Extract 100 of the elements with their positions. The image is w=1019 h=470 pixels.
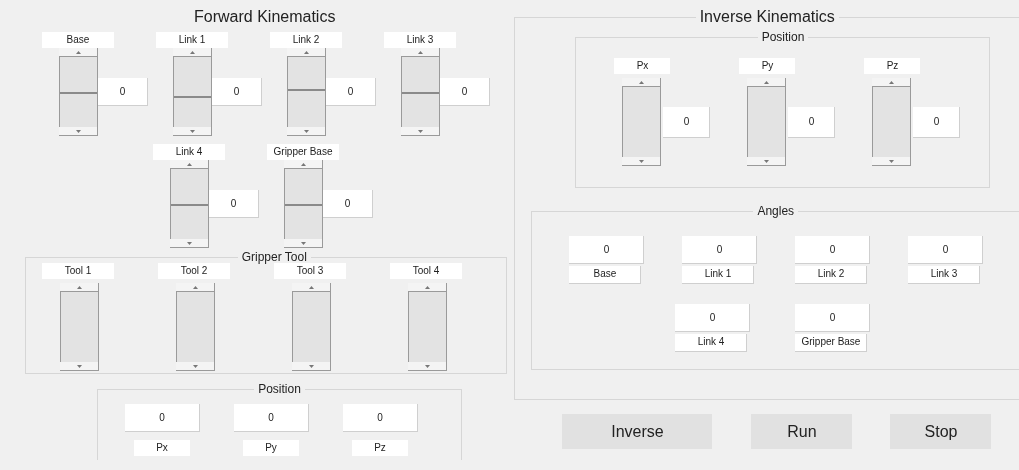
panel-title: Angles [756,203,796,220]
scroll-down-button[interactable] [60,362,99,371]
value-field[interactable]: 0 [326,78,376,106]
scroll-up-button[interactable] [401,48,440,57]
value-field[interactable]: 0 [212,78,262,106]
arrow-up-icon [424,285,430,289]
scroll-down-button[interactable] [872,157,912,166]
arrow-up-icon [308,285,314,289]
slider-label: Base [42,32,114,48]
arrow-up-icon [192,285,198,289]
scroll-down-button[interactable] [292,362,331,371]
arrow-up-icon [300,162,306,166]
arrow-down-icon [889,159,894,163]
arrow-up-icon [764,80,769,84]
arrow-down-icon [75,129,81,133]
arrow-up-icon [889,80,894,84]
arrow-down-icon [764,159,769,163]
panel-title: Position [760,29,806,46]
scroll-up-button[interactable] [747,78,787,87]
slider-label: Link 2 [795,266,868,284]
value-field[interactable]: 0 [908,236,984,264]
value-field[interactable]: 0 [795,236,871,264]
scroll-down-button[interactable] [173,127,212,136]
scroll-up-button[interactable] [284,160,323,169]
scroll-down-button[interactable] [747,157,787,166]
arrow-down-icon [308,364,314,368]
scroll-down-button[interactable] [284,239,323,248]
scroll-up-button[interactable] [872,78,912,87]
value-field[interactable]: 0 [234,404,309,432]
slider-label: Link 1 [682,266,755,284]
arrow-down-icon [76,364,82,368]
scroll-down-button[interactable] [622,157,662,166]
action-button[interactable]: Stop [890,414,992,449]
panel-title: Inverse Kinematics [698,8,836,26]
slider-label: Tool 2 [158,263,230,279]
arrow-up-icon [639,80,644,84]
scroll-up-button[interactable] [622,78,662,87]
value-field[interactable]: 0 [98,78,148,106]
slider-label: Link 3 [384,32,456,48]
scroll-down-button[interactable] [176,362,215,371]
scroll-down-button[interactable] [170,239,209,248]
arrow-down-icon [186,241,192,245]
arrow-up-icon [75,50,81,54]
scroll-down-button[interactable] [59,127,98,136]
action-button[interactable]: Inverse [562,414,713,449]
value-field[interactable]: 0 [323,190,373,218]
slider-label: Px [134,440,190,456]
value-field[interactable]: 0 [125,404,200,432]
scroll-down-button[interactable] [408,362,447,371]
arrow-up-icon [417,50,423,54]
arrow-down-icon [192,364,198,368]
value-field[interactable]: 0 [440,78,490,106]
value-field[interactable]: 0 [663,106,711,138]
panel-title: Position [257,381,302,398]
slider-label: Base [569,266,642,284]
arrow-down-icon [300,241,306,245]
scroll-down-button[interactable] [287,127,326,136]
arrow-down-icon [639,159,644,163]
value-field[interactable]: 0 [209,190,259,218]
scroll-up-button[interactable] [60,283,99,292]
arrow-down-icon [189,129,195,133]
slider-label: Gripper Base [795,334,868,352]
slider-label: Link 1 [156,32,228,48]
slider-label: Py [243,440,299,456]
value-field[interactable]: 0 [343,404,418,432]
scroll-up-button[interactable] [173,48,212,57]
scroll-up-button[interactable] [176,283,215,292]
slider-label: Pz [864,58,921,74]
arrow-up-icon [303,50,309,54]
value-field[interactable]: 0 [675,304,751,332]
arrow-down-icon [424,364,430,368]
slider-label: Link 4 [675,334,748,352]
arrow-up-icon [186,162,192,166]
scroll-up-button[interactable] [170,160,209,169]
action-button[interactable]: Run [751,414,853,449]
slider-thumb[interactable] [288,88,325,91]
slider-label: Px [614,58,671,74]
slider-label: Link 3 [908,266,981,284]
slider-label: Tool 4 [390,263,462,279]
scroll-down-button[interactable] [401,127,440,136]
slider-thumb[interactable] [174,95,211,98]
slider-label: Gripper Base [267,144,339,160]
scroll-up-button[interactable] [59,48,98,57]
value-field[interactable]: 0 [795,304,871,332]
panel-title: Gripper Tool [240,249,308,266]
section-title: Forward Kinematics [193,7,337,26]
slider-label: Link 4 [153,144,225,160]
value-field[interactable]: 0 [913,106,961,138]
value-field[interactable]: 0 [682,236,758,264]
slider-label: Link 2 [270,32,342,48]
scroll-up-button[interactable] [408,283,447,292]
slider-label: Py [739,58,796,74]
arrow-down-icon [303,129,309,133]
scroll-up-button[interactable] [287,48,326,57]
scroll-up-button[interactable] [292,283,331,292]
slider-label: Tool 1 [42,263,114,279]
value-field[interactable]: 0 [788,106,836,138]
arrow-up-icon [189,50,195,54]
value-field[interactable]: 0 [569,236,645,264]
arrow-up-icon [76,285,82,289]
